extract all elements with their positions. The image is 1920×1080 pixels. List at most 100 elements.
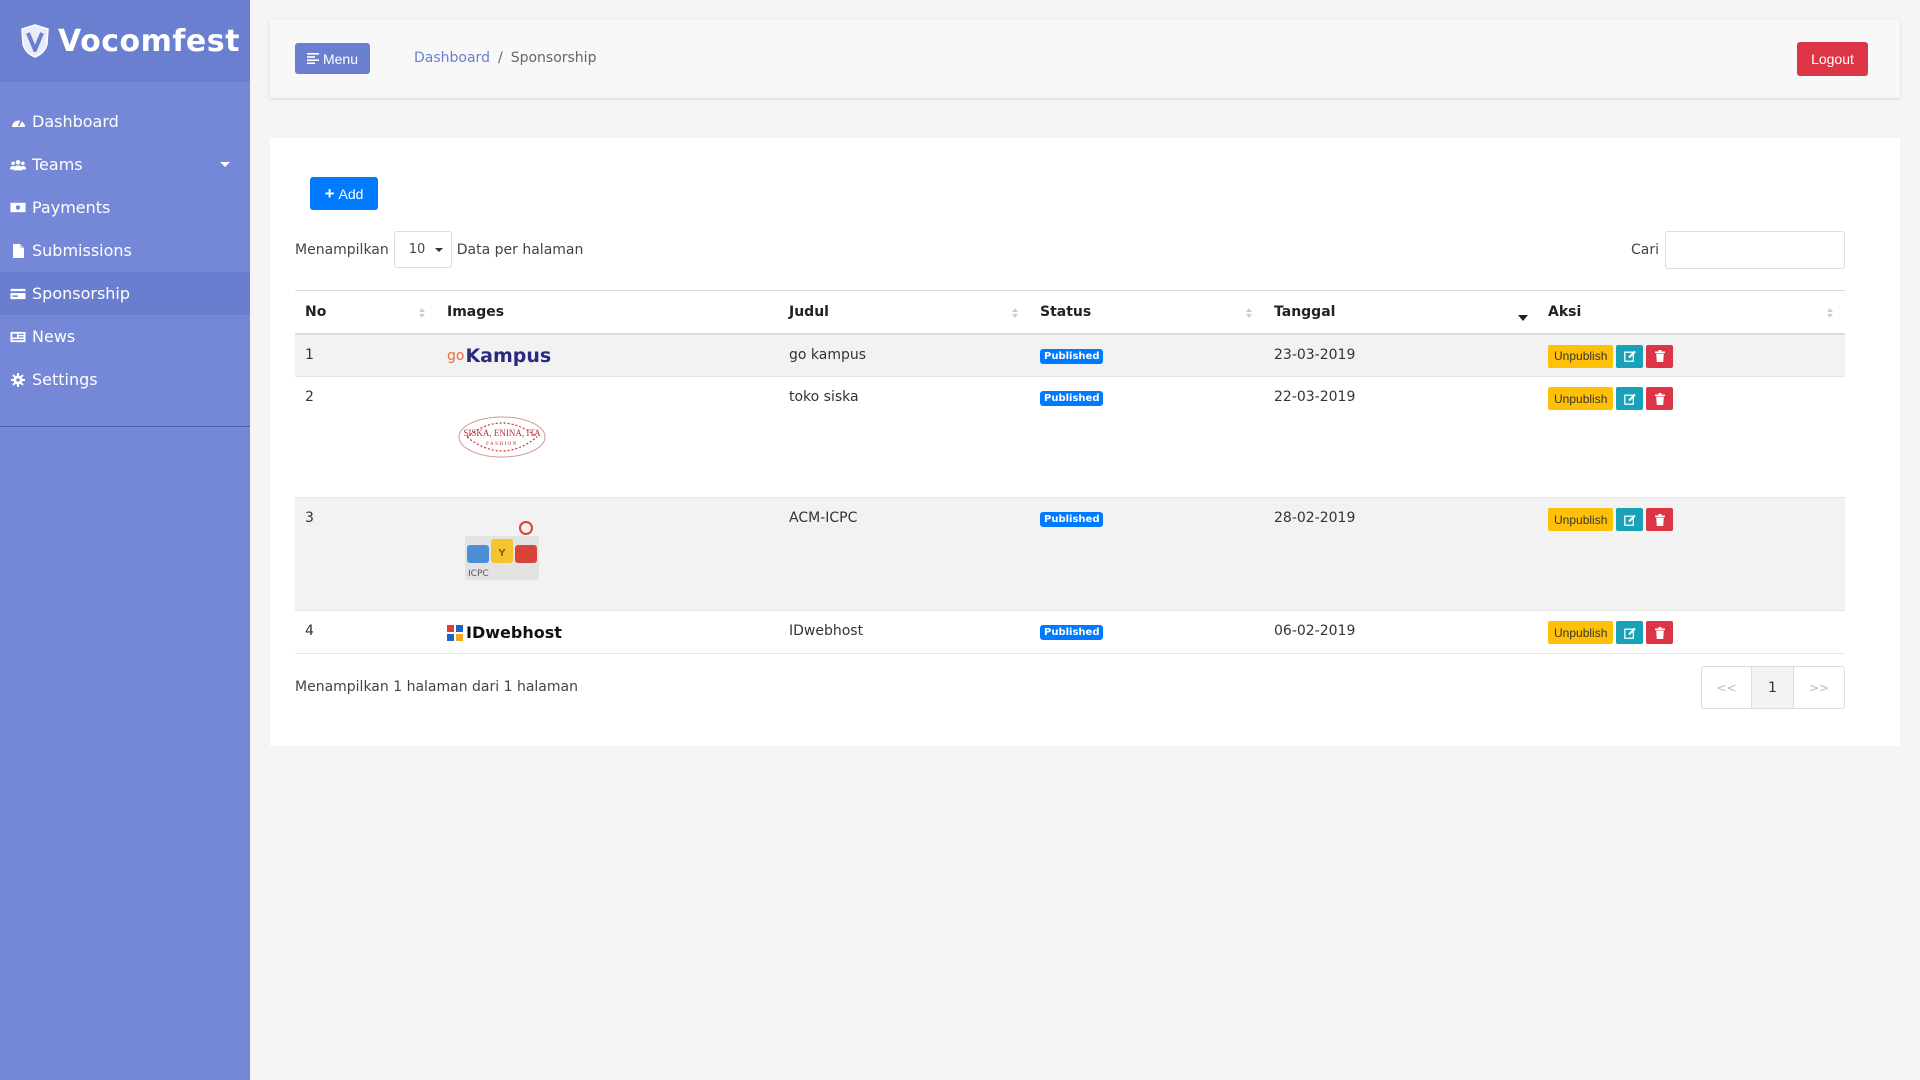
status-badge: Published xyxy=(1040,625,1104,640)
gokampus-logo: go Kampus xyxy=(447,344,552,367)
trash-icon xyxy=(1654,392,1665,405)
sidebar-nav: Dashboard Teams Payments Submissions Spo… xyxy=(0,100,250,401)
svg-text:ICPC: ICPC xyxy=(468,569,489,579)
column-header-tanggal[interactable]: Tanggal xyxy=(1264,290,1538,335)
trash-icon xyxy=(1654,350,1665,362)
status-badge: Published xyxy=(1040,512,1104,527)
sidebar-item-label: News xyxy=(32,327,76,346)
sort-icon xyxy=(419,308,427,318)
cell-tanggal: 28-02-2019 xyxy=(1264,497,1538,611)
column-header-judul[interactable]: Judul xyxy=(779,290,1030,335)
sponsorship-table: No Images Judul Status Tanggal Aksi 1 go… xyxy=(295,290,1845,654)
cell-image: Y ICPC xyxy=(437,497,779,611)
page-length-select[interactable]: 10 xyxy=(393,231,452,268)
dashboard-icon xyxy=(10,115,26,129)
sponsorship-card: + Add Menampilkan 10 Data per halaman Ca… xyxy=(270,138,1900,746)
sidebar-item-submissions[interactable]: Submissions xyxy=(0,229,250,272)
delete-button[interactable] xyxy=(1646,387,1674,410)
unpublish-button[interactable]: Unpublish xyxy=(1548,508,1614,531)
add-button[interactable]: + Add xyxy=(310,177,378,210)
menu-icon xyxy=(306,53,319,64)
page-length-control: Menampilkan 10 Data per halaman xyxy=(295,231,583,268)
edit-icon xyxy=(1624,350,1636,362)
sidebar-item-dashboard[interactable]: Dashboard xyxy=(0,100,250,143)
sidebar: Vocomfest Dashboard Teams Payments Submi… xyxy=(0,0,250,1080)
brand-name: Vocomfest xyxy=(58,23,240,59)
column-header-aksi[interactable]: Aksi xyxy=(1538,290,1845,335)
search-control: Cari xyxy=(1631,231,1845,269)
cell-no: 1 xyxy=(295,333,437,377)
sidebar-item-label: Teams xyxy=(32,155,83,174)
sidebar-item-teams[interactable]: Teams xyxy=(0,143,250,186)
unpublish-button[interactable]: Unpublish xyxy=(1548,344,1614,368)
svg-text:Y: Y xyxy=(497,548,506,559)
file-icon xyxy=(10,243,26,258)
siska-fashion-logo: SISKA, ENINA, ITA FASHION xyxy=(458,416,546,458)
trash-icon xyxy=(1654,513,1665,526)
pagination-page-1[interactable]: 1 xyxy=(1752,667,1794,708)
edit-icon xyxy=(1624,514,1636,526)
table-row: 3 Y ICPC ACM-ICPC Published 28-02-2019 U… xyxy=(295,497,1845,611)
pagination-next[interactable]: >> xyxy=(1794,667,1844,708)
breadcrumb: Dashboard / Sponsorship xyxy=(414,50,596,66)
svg-text:SISKA, ENINA, ITA: SISKA, ENINA, ITA xyxy=(463,428,541,438)
unpublish-button[interactable]: Unpublish xyxy=(1548,387,1614,410)
cell-aksi: Unpublish xyxy=(1538,333,1845,377)
sidebar-item-sponsorship[interactable]: Sponsorship xyxy=(0,272,250,315)
column-header-no[interactable]: No xyxy=(295,290,437,335)
menu-button[interactable]: Menu xyxy=(295,43,370,74)
chevron-down-icon[interactable] xyxy=(220,162,230,167)
sort-icon xyxy=(1246,308,1254,318)
cell-status: Published xyxy=(1030,333,1264,377)
search-input[interactable] xyxy=(1665,231,1845,269)
sort-icon xyxy=(1827,308,1835,318)
sidebar-item-settings[interactable]: Settings xyxy=(0,358,250,401)
cell-tanggal: 06-02-2019 xyxy=(1264,610,1538,654)
pagination-prev[interactable]: << xyxy=(1702,667,1752,708)
sidebar-item-news[interactable]: News xyxy=(0,315,250,358)
cell-aksi: Unpublish xyxy=(1538,610,1845,654)
unpublish-button[interactable]: Unpublish xyxy=(1548,621,1614,644)
trash-icon xyxy=(1654,626,1665,639)
cell-no: 2 xyxy=(295,376,437,498)
vocomfest-logo-icon xyxy=(21,24,49,58)
brand[interactable]: Vocomfest xyxy=(0,0,250,82)
delete-button[interactable] xyxy=(1646,508,1674,531)
cell-tanggal: 22-03-2019 xyxy=(1264,376,1538,498)
cell-judul: toko siska xyxy=(779,376,1030,498)
newspaper-icon xyxy=(10,330,26,344)
edit-icon xyxy=(1624,627,1636,639)
edit-button[interactable] xyxy=(1616,387,1644,410)
cell-judul: IDwebhost xyxy=(779,610,1030,654)
caret-down-icon xyxy=(435,247,444,252)
sidebar-item-label: Settings xyxy=(32,370,98,389)
sort-icon xyxy=(1012,308,1020,318)
cell-judul: ACM-ICPC xyxy=(779,497,1030,611)
sidebar-item-label: Payments xyxy=(32,198,111,217)
sidebar-item-label: Sponsorship xyxy=(32,284,131,303)
logout-button[interactable]: Logout xyxy=(1797,42,1868,76)
edit-button[interactable] xyxy=(1616,508,1644,531)
top-header: Menu Dashboard / Sponsorship Logout xyxy=(270,20,1900,98)
sidebar-item-payments[interactable]: Payments xyxy=(0,186,250,229)
add-label: Add xyxy=(338,185,364,202)
sidebar-divider xyxy=(0,426,250,427)
delete-button[interactable] xyxy=(1646,621,1674,644)
card-icon xyxy=(10,287,26,301)
delete-button[interactable] xyxy=(1646,344,1674,368)
table-row: 1 go Kampus go kampus Published 23-03-201… xyxy=(295,333,1845,377)
money-icon xyxy=(10,201,26,215)
edit-button[interactable] xyxy=(1616,344,1644,368)
page-length-value: 10 xyxy=(408,242,426,257)
gear-icon xyxy=(10,372,26,387)
idwebhost-mark-icon xyxy=(447,624,463,641)
svg-text:FASHION: FASHION xyxy=(486,442,518,447)
edit-button[interactable] xyxy=(1616,621,1644,644)
cell-no: 3 xyxy=(295,497,437,611)
sidebar-item-label: Submissions xyxy=(32,241,132,260)
column-header-images: Images xyxy=(437,290,779,335)
column-header-status[interactable]: Status xyxy=(1030,290,1264,335)
cell-no: 4 xyxy=(295,610,437,654)
breadcrumb-separator: / xyxy=(497,50,503,66)
breadcrumb-dashboard-link[interactable]: Dashboard xyxy=(414,50,490,66)
